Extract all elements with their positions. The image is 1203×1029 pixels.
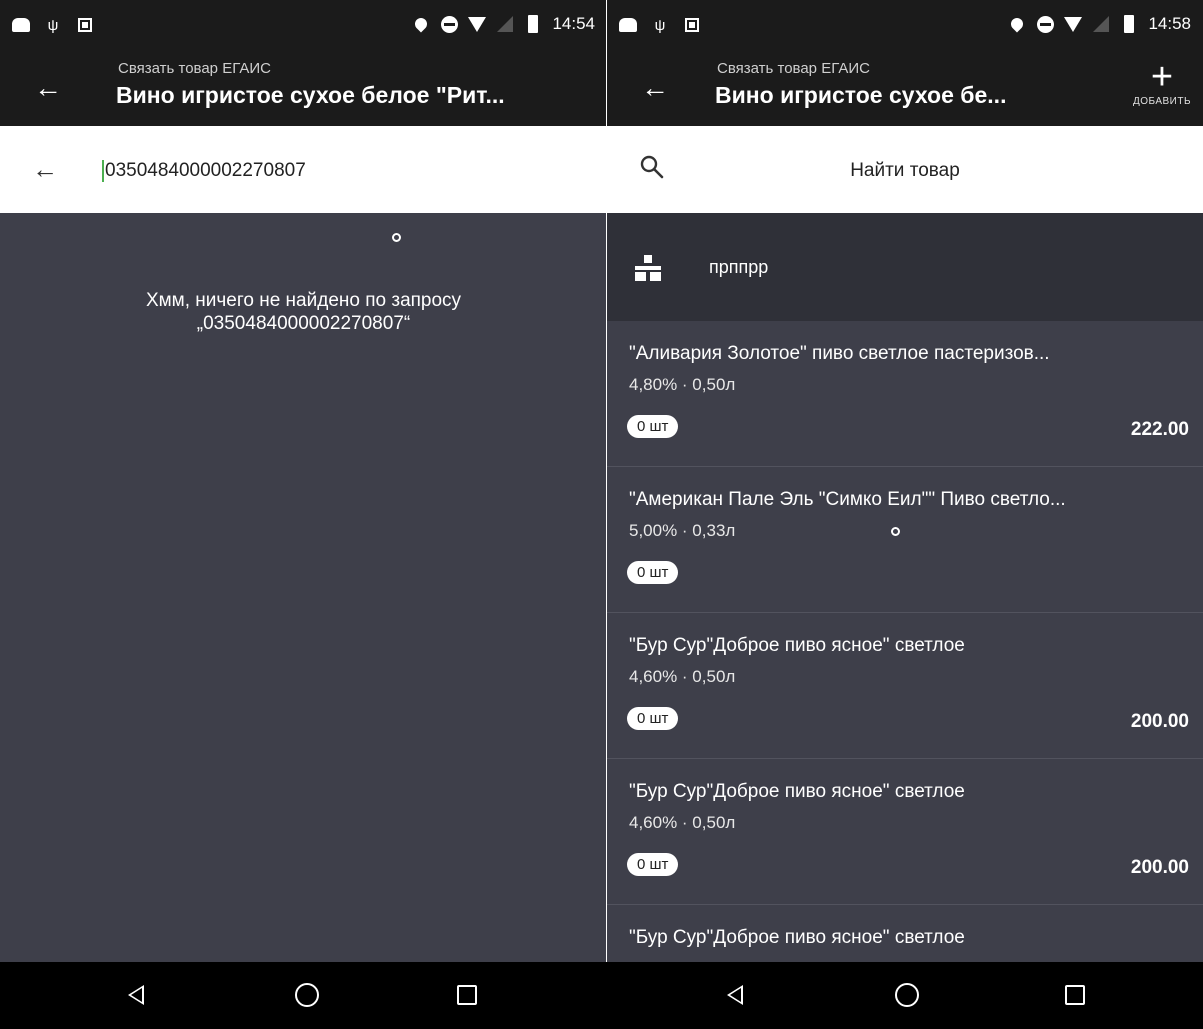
search-back-icon[interactable]: ← xyxy=(32,154,58,185)
item-name: "Бур Сур"Доброе пиво ясное" светлое xyxy=(629,635,965,656)
group-row[interactable]: прппрр xyxy=(607,213,1203,321)
plus-icon: + xyxy=(1150,56,1174,98)
results-area: Хмм, ничего не найдено по запросу „03504… xyxy=(0,213,607,962)
list-item[interactable]: "Бур Сур"Доброе пиво ясное" светлое xyxy=(607,905,1203,962)
search-bar: ← 0350484000002270807 xyxy=(0,126,607,213)
battery-icon xyxy=(524,15,542,33)
hierarchy-icon xyxy=(635,255,661,281)
toolbar: ← Связать товар ЕГАИС Вино игристое сухо… xyxy=(607,52,1203,126)
item-name: "Бур Сур"Доброе пиво ясное" светлое xyxy=(629,927,965,948)
not-found-query: „0350484000002270807“ xyxy=(196,313,411,334)
quantity-badge: 0 шт xyxy=(627,561,679,584)
nav-home-icon[interactable] xyxy=(895,983,919,1007)
status-bar: ψ 14:58 xyxy=(607,0,1203,52)
item-price: 200.00 xyxy=(1130,857,1189,878)
clock: 14:58 xyxy=(1148,14,1191,33)
nav-home-icon[interactable] xyxy=(295,983,319,1007)
signal-icon xyxy=(1092,15,1110,33)
quantity-badge: 0 шт xyxy=(627,707,679,730)
group-label: прппрр xyxy=(709,257,769,277)
car-icon xyxy=(12,16,30,34)
image-icon xyxy=(76,16,94,34)
navigation-bar xyxy=(0,962,607,1029)
status-bar: ψ 14:54 xyxy=(0,0,607,52)
image-icon xyxy=(683,16,701,34)
nav-back-icon[interactable] xyxy=(727,985,743,1005)
item-meta: 5,00% · 0,33л xyxy=(629,521,736,540)
item-meta: 4,60% · 0,50л xyxy=(629,667,736,686)
wifi-icon xyxy=(468,15,487,33)
signal-icon xyxy=(496,15,514,33)
item-price: 200.00 xyxy=(1130,711,1189,732)
touch-indicator xyxy=(891,527,900,536)
search-placeholder[interactable]: Найти товар xyxy=(607,160,1203,182)
toolbar-subtitle: Связать товар ЕГАИС xyxy=(118,60,271,77)
nav-recents-icon[interactable] xyxy=(457,985,477,1005)
right-screen: ψ 14:58 ← Связать товар ЕГАИС Вино игрис… xyxy=(607,0,1203,1029)
wifi-icon xyxy=(1064,15,1083,33)
list-item[interactable]: "Бур Сур"Доброе пиво ясное" светлое 4,60… xyxy=(607,613,1203,759)
item-meta: 4,80% · 0,50л xyxy=(629,375,736,394)
battery-icon xyxy=(1120,15,1138,33)
do-not-disturb-icon xyxy=(1036,15,1054,33)
do-not-disturb-icon xyxy=(440,15,458,33)
search-bar[interactable]: Найти товар xyxy=(607,126,1203,213)
toolbar: ← Связать товар ЕГАИС Вино игристое сухо… xyxy=(0,52,607,126)
not-found-message: Хмм, ничего не найдено по запросу „03504… xyxy=(0,289,607,335)
usb-icon: ψ xyxy=(654,16,666,34)
back-arrow-icon[interactable]: ← xyxy=(637,70,673,106)
clock: 14:54 xyxy=(552,14,595,33)
list-item[interactable]: "Американ Пале Эль "Симко Еил"" Пиво све… xyxy=(607,467,1203,613)
toolbar-title: Вино игристое сухое бе... xyxy=(715,82,1007,108)
item-name: "Аливария Золотое" пиво светлое пастериз… xyxy=(629,343,1050,364)
product-list: прппрр "Аливария Золотое" пиво светлое п… xyxy=(607,213,1203,962)
quantity-badge: 0 шт xyxy=(627,853,679,876)
usb-icon: ψ xyxy=(47,16,59,34)
item-price: 222.00 xyxy=(1130,419,1189,440)
add-button-label: ДОБАВИТЬ xyxy=(1132,96,1192,107)
toolbar-subtitle: Связать товар ЕГАИС xyxy=(717,60,870,77)
add-button[interactable]: + ДОБАВИТЬ xyxy=(1127,58,1197,120)
back-arrow-icon[interactable]: ← xyxy=(30,70,66,106)
nav-recents-icon[interactable] xyxy=(1065,985,1085,1005)
quantity-badge: 0 шт xyxy=(627,415,679,438)
search-input[interactable]: 0350484000002270807 xyxy=(102,160,306,182)
location-icon xyxy=(412,15,430,33)
item-name: "Американ Пале Эль "Симко Еил"" Пиво све… xyxy=(629,489,1066,510)
item-meta: 4,60% · 0,50л xyxy=(629,813,736,832)
navigation-bar xyxy=(607,962,1203,1029)
location-icon xyxy=(1008,15,1026,33)
list-item[interactable]: "Бур Сур"Доброе пиво ясное" светлое 4,60… xyxy=(607,759,1203,905)
toolbar-title: Вино игристое сухое белое "Рит... xyxy=(116,82,505,108)
item-name: "Бур Сур"Доброе пиво ясное" светлое xyxy=(629,781,965,802)
nav-back-icon[interactable] xyxy=(128,985,144,1005)
not-found-line: Хмм, ничего не найдено по запросу xyxy=(145,290,462,311)
list-item[interactable]: "Аливария Золотое" пиво светлое пастериз… xyxy=(607,321,1203,467)
touch-indicator xyxy=(392,233,401,242)
car-icon xyxy=(619,16,637,34)
left-screen: ψ 14:54 ← Связать товар ЕГАИС Вино игрис… xyxy=(0,0,607,1029)
